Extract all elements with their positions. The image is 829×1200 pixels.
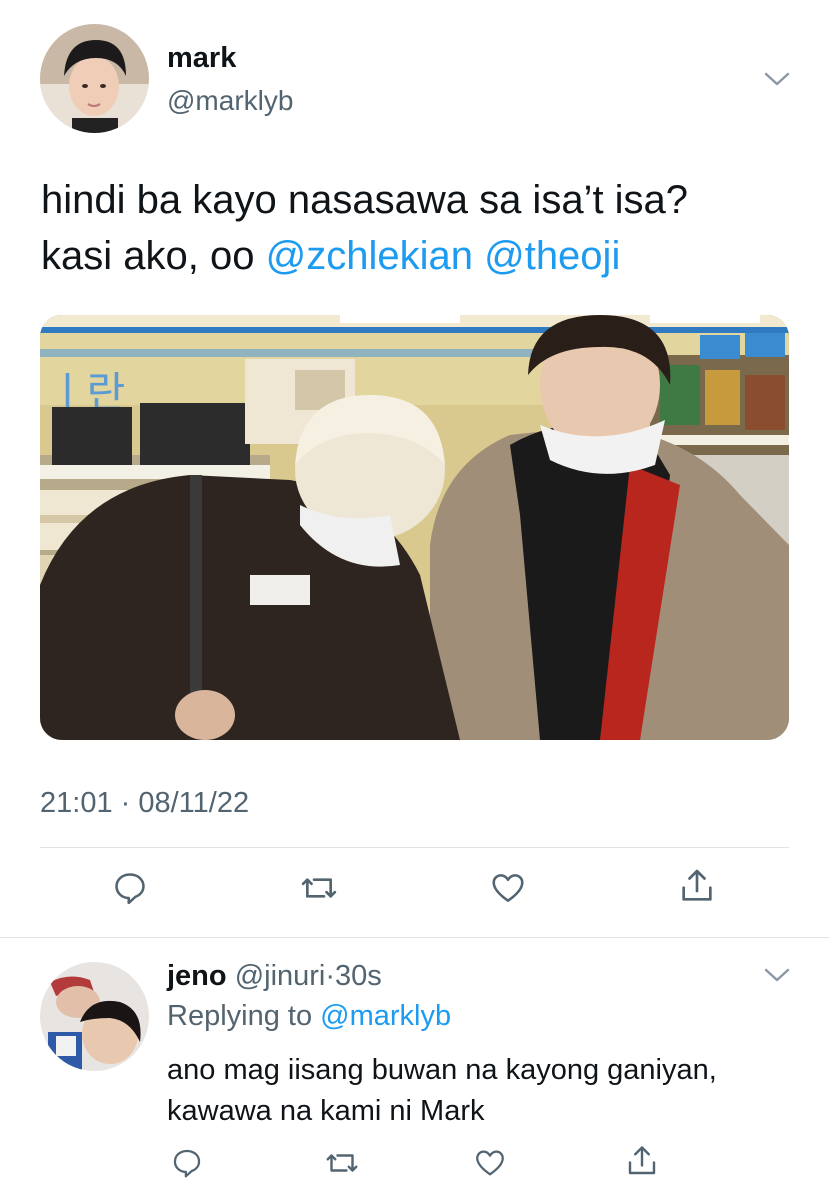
- share-icon: [624, 1143, 660, 1184]
- mention-link[interactable]: @theoji: [484, 234, 620, 278]
- author-name[interactable]: mark: [167, 42, 236, 75]
- like-icon: [489, 869, 527, 912]
- mention-link[interactable]: @marklyb: [320, 1000, 451, 1032]
- mention-link[interactable]: @zchlekian: [266, 234, 473, 278]
- like-button[interactable]: [468, 1143, 512, 1187]
- like-button[interactable]: [486, 868, 530, 912]
- reply-age[interactable]: 30s: [335, 960, 382, 992]
- share-icon: [677, 866, 717, 911]
- chevron-down-icon[interactable]: [763, 70, 791, 88]
- author-handle[interactable]: @marklyb: [167, 85, 293, 117]
- share-button[interactable]: [620, 1141, 664, 1185]
- share-button[interactable]: [675, 866, 719, 910]
- tweet-text-prefix: kasi ako, oo: [41, 234, 255, 278]
- reply-icon: [170, 1146, 204, 1185]
- reply-text-line: kawawa na kami ni Mark: [167, 1095, 485, 1127]
- replying-to: Replying to @marklyb: [167, 1000, 451, 1033]
- main-tweet: mark @marklyb hindi ba kayo nasasawa sa …: [0, 0, 829, 938]
- reply-button[interactable]: [108, 868, 152, 912]
- reply-button[interactable]: [165, 1143, 209, 1187]
- tweet-text-line: hindi ba kayo nasasawa sa isa’t isa?: [41, 178, 689, 222]
- reply-text: ano mag iisang buwan na kayong ganiyan, …: [167, 1050, 807, 1132]
- like-icon: [473, 1146, 507, 1185]
- retweet-button[interactable]: [320, 1143, 364, 1187]
- author-name[interactable]: jeno: [167, 960, 227, 992]
- avatar[interactable]: [40, 962, 149, 1071]
- tweet-timestamp[interactable]: 21:01 · 08/11/22: [40, 787, 249, 820]
- meta-separator: ·: [325, 960, 336, 992]
- tweet-photo[interactable]: ㅣ란: [40, 315, 789, 740]
- replying-to-label: Replying to: [167, 1000, 313, 1032]
- retweet-icon: [324, 1145, 360, 1186]
- retweet-button[interactable]: [297, 868, 341, 912]
- reply-icon: [111, 869, 149, 912]
- author-handle[interactable]: @jinuri: [235, 960, 326, 992]
- reply-header: jeno @jinuri·30s: [167, 960, 382, 993]
- reply-tweet: jeno @jinuri·30s Replying to @marklyb an…: [0, 938, 829, 1200]
- avatar[interactable]: [40, 24, 149, 133]
- divider: [40, 847, 789, 848]
- reply-text-line: ano mag iisang buwan na kayong ganiyan,: [167, 1054, 717, 1086]
- tweet-text: hindi ba kayo nasasawa sa isa’t isa? kas…: [41, 172, 801, 284]
- retweet-icon: [299, 868, 339, 913]
- chevron-down-icon[interactable]: [763, 966, 791, 984]
- tweet-text-line: kasi ako, oo @zchlekian @theoji: [41, 228, 801, 284]
